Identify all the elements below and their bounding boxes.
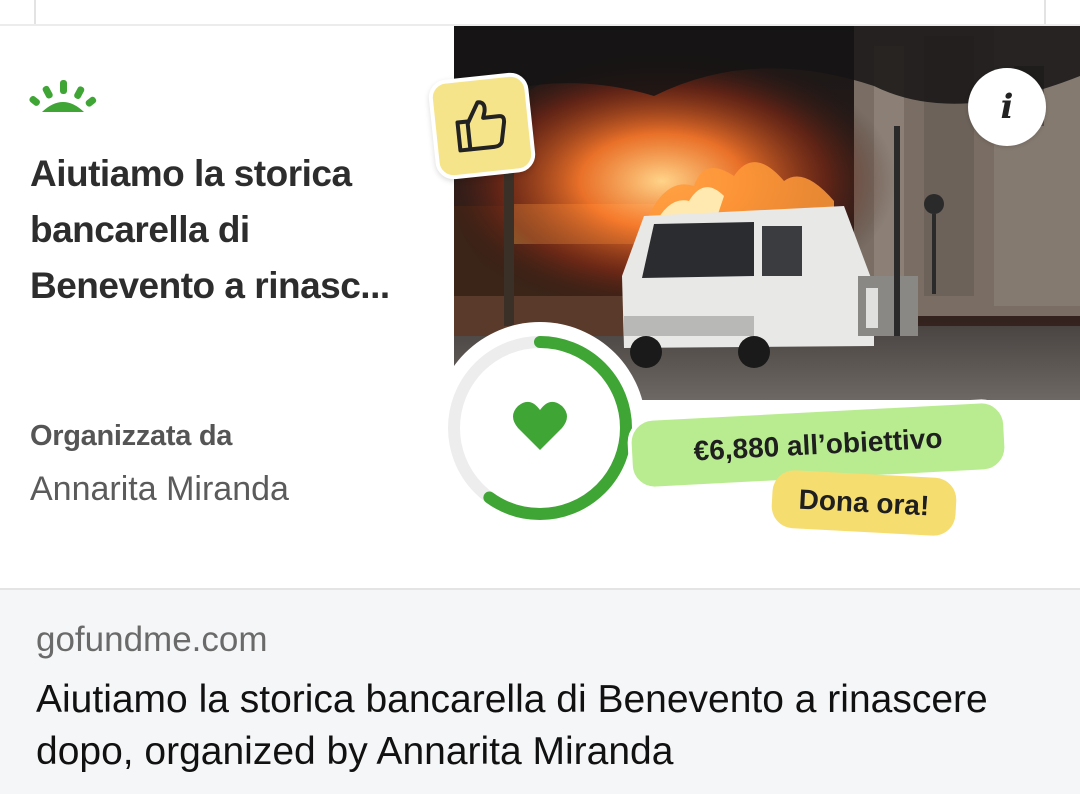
info-icon: i [1000, 87, 1014, 127]
thumbs-up-badge [427, 71, 537, 181]
link-preview[interactable]: gofundme.com Aiutiamo la storica bancare… [0, 588, 1080, 794]
link-title[interactable]: Aiutiamo la storica bancarella di Beneve… [36, 674, 1056, 778]
previous-card-edge [1044, 0, 1046, 24]
fundraiser-card[interactable]: Aiutiamo la storica bancarella di Beneve… [0, 26, 1080, 588]
fundraiser-title: Aiutiamo la storica bancarella di Beneve… [30, 153, 390, 306]
donate-button[interactable]: Dona ora! [770, 469, 958, 537]
link-domain: gofundme.com [36, 620, 268, 659]
thumbs-up-icon [455, 100, 507, 153]
top-strip [0, 0, 1080, 26]
previous-card-edge [34, 0, 36, 24]
organizer-name: Annarita Miranda [30, 470, 289, 508]
organizer-label: Organizzata da [30, 420, 233, 452]
progress-ring [434, 322, 646, 534]
info-button[interactable]: i [968, 68, 1046, 146]
gofundme-logo-icon [29, 80, 97, 112]
heart-icon [513, 401, 567, 450]
